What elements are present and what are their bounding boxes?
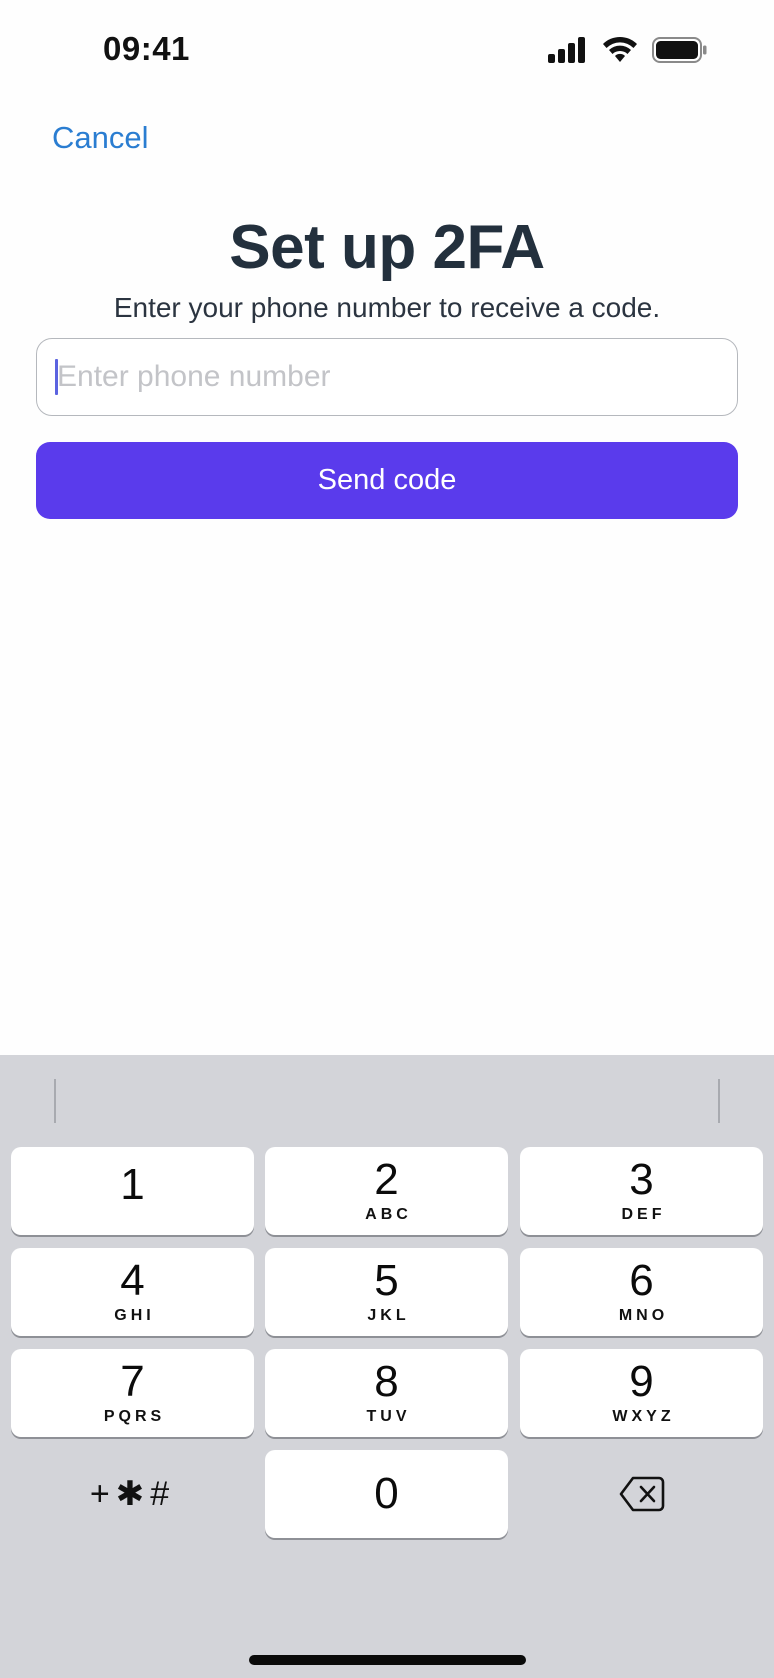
screen: 09:41 Cancel Set up 2FA Enter your phone…: [0, 0, 774, 1678]
key-letters: DEF: [621, 1206, 666, 1223]
key-4[interactable]: 4 GHI: [11, 1248, 254, 1336]
numeric-keyboard: 1 2 ABC 3 DEF 4 GHI 5 JKL 6 MNO 7 PQRS 8…: [0, 1055, 774, 1678]
key-digit: 2: [374, 1155, 399, 1204]
delete-key[interactable]: [520, 1450, 763, 1538]
status-icons: [548, 36, 708, 63]
battery-icon: [652, 36, 707, 63]
backspace-icon: [619, 1476, 664, 1512]
key-2[interactable]: 2 ABC: [265, 1147, 508, 1235]
wifi-icon: [603, 36, 637, 62]
key-digit: 0: [374, 1469, 399, 1518]
page-title: Set up 2FA: [229, 213, 545, 282]
key-digit: 6: [629, 1256, 654, 1305]
phone-number-input[interactable]: [36, 338, 738, 416]
key-letters: TUV: [366, 1408, 411, 1425]
page-subtitle: Enter your phone number to receive a cod…: [113, 292, 661, 323]
key-digit: 8: [374, 1357, 399, 1406]
key-letters: GHI: [114, 1307, 155, 1324]
key-9[interactable]: 9 WXYZ: [520, 1349, 763, 1437]
key-digit: 7: [120, 1357, 145, 1406]
keyboard-divider: [54, 1079, 56, 1123]
text-caret: [55, 359, 58, 395]
key-digit: 9: [629, 1357, 654, 1406]
key-letters: JKL: [367, 1307, 410, 1324]
key-digit: 5: [374, 1256, 399, 1305]
key-digit: 3: [629, 1155, 654, 1204]
key-letters: WXYZ: [612, 1408, 675, 1425]
key-letters: MNO: [618, 1307, 669, 1324]
symbols-key[interactable]: +✱#: [11, 1450, 254, 1538]
key-5[interactable]: 5 JKL: [265, 1248, 508, 1336]
key-1[interactable]: 1: [11, 1147, 254, 1235]
keyboard-divider: [718, 1079, 720, 1123]
key-digit: 1: [120, 1160, 145, 1209]
cancel-button[interactable]: Cancel: [52, 120, 149, 156]
key-6[interactable]: 6 MNO: [520, 1248, 763, 1336]
key-digit: 4: [120, 1256, 145, 1305]
key-0[interactable]: 0: [265, 1450, 508, 1538]
key-8[interactable]: 8 TUV: [265, 1349, 508, 1437]
symbols-label: +✱#: [89, 1475, 176, 1513]
send-code-button[interactable]: Send code: [36, 442, 738, 519]
cellular-signal-icon: [548, 36, 585, 63]
home-indicator: [249, 1655, 526, 1665]
key-7[interactable]: 7 PQRS: [11, 1349, 254, 1437]
key-3[interactable]: 3 DEF: [520, 1147, 763, 1235]
key-letters: PQRS: [103, 1408, 166, 1425]
status-time: 09:41: [103, 30, 190, 67]
key-letters: ABC: [365, 1206, 412, 1223]
